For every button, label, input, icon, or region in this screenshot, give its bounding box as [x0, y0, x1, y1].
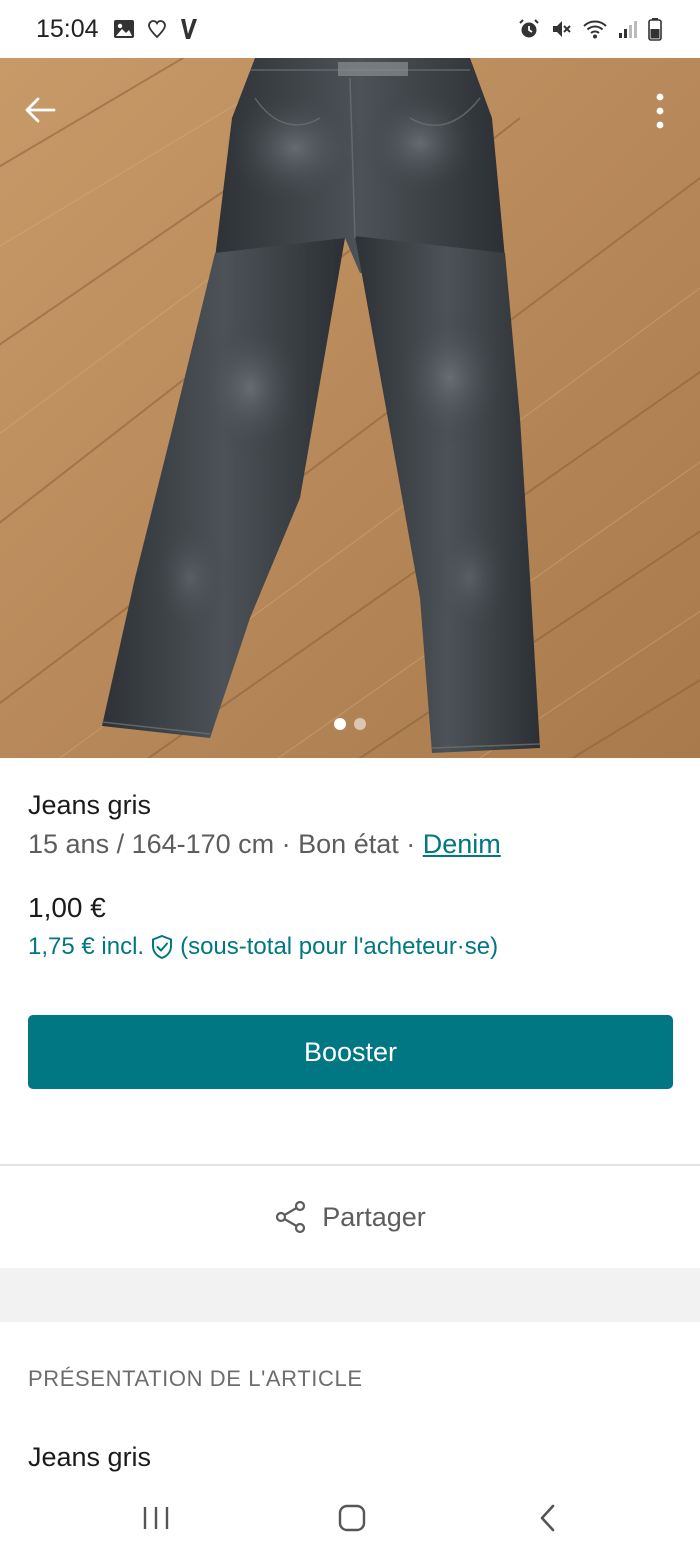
buyer-protection-shield-icon — [152, 934, 173, 960]
mute-icon — [550, 18, 572, 40]
more-vertical-icon — [656, 93, 664, 129]
system-back-button[interactable] — [526, 1498, 570, 1538]
item-size: 15 ans / 164-170 cm — [28, 829, 275, 859]
share-label: Partager — [322, 1201, 426, 1232]
share-button[interactable]: Partager — [0, 1166, 700, 1268]
separator: · — [398, 829, 423, 859]
item-description: Jeans gris — [28, 1442, 152, 1472]
image-pager — [0, 718, 700, 730]
battery-icon — [648, 17, 662, 41]
arrow-left-icon — [25, 97, 56, 123]
buyer-price: 1,75 € incl. — [28, 933, 145, 960]
status-bar: 15:04 — [0, 0, 700, 58]
pager-dot-1[interactable] — [334, 718, 346, 730]
item-info: Jeans gris 15 ans / 164-170 cm · Bon éta… — [28, 786, 678, 864]
pager-dot-2[interactable] — [354, 718, 366, 730]
buyer-price-info[interactable]: 1,75 € incl. (sous-total pour l'acheteur… — [28, 933, 498, 961]
recent-apps-icon — [143, 1507, 169, 1529]
item-price: 1,00 € — [28, 892, 106, 923]
section-spacer — [0, 1268, 700, 1322]
chevron-left-icon — [540, 1504, 555, 1532]
vinted-v-icon — [179, 17, 199, 41]
home-button[interactable] — [330, 1498, 374, 1538]
status-time: 15:04 — [36, 14, 99, 43]
alarm-icon — [518, 18, 540, 40]
item-title: Jeans gris — [28, 790, 152, 820]
item-details: 15 ans / 164-170 cm · Bon état · Denim — [28, 824, 678, 864]
gallery-icon — [113, 19, 135, 39]
item-condition: Bon état — [298, 829, 399, 859]
back-button[interactable] — [18, 88, 62, 132]
system-nav-bar — [0, 1478, 700, 1556]
share-icon — [276, 1200, 306, 1234]
brand-link[interactable]: Denim — [423, 829, 501, 859]
more-options-button[interactable] — [640, 86, 680, 136]
presentation-heading: PRÉSENTATION DE L'ARTICLE — [28, 1366, 363, 1391]
signal-icon — [618, 19, 638, 39]
product-photo-gallery[interactable] — [0, 58, 700, 758]
separator: · — [274, 829, 299, 859]
wifi-icon — [582, 18, 608, 40]
buyer-price-note: (sous-total pour l'acheteur·se) — [180, 933, 499, 960]
booster-button[interactable]: Booster — [28, 1015, 673, 1089]
heart-outline-icon — [147, 19, 167, 39]
home-icon — [338, 1504, 366, 1532]
product-photo — [0, 58, 700, 758]
recent-apps-button[interactable] — [134, 1498, 178, 1538]
